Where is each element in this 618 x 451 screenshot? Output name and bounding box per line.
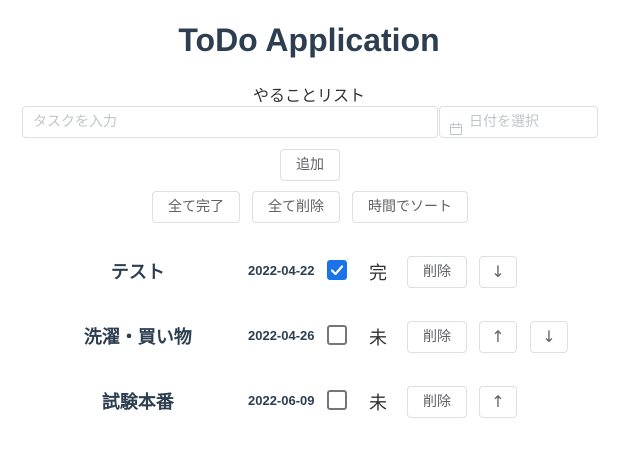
task-done-checkbox[interactable]: [327, 390, 347, 410]
task-status: 完: [369, 263, 387, 284]
sort-by-time-button[interactable]: 時間でソート: [352, 191, 468, 223]
task-done-checkbox[interactable]: [327, 325, 347, 345]
task-name: 試験本番: [102, 392, 174, 413]
date-picker-input[interactable]: 日付を選択: [439, 106, 598, 138]
calendar-icon: [450, 116, 462, 135]
move-down-button[interactable]: ↓: [479, 256, 517, 288]
task-date: 2022-04-26: [248, 328, 315, 343]
task-row: 試験本番 2022-06-09 未 削除 ↑: [0, 384, 618, 424]
move-up-button[interactable]: ↑: [479, 321, 517, 353]
task-name: テスト: [111, 262, 165, 283]
task-row: 洗濯・買い物 2022-04-26 未 削除 ↑ ↓: [0, 319, 618, 359]
task-status: 未: [369, 393, 387, 414]
list-subtitle: やることリスト: [252, 86, 365, 105]
task-delete-button[interactable]: 削除: [407, 386, 467, 418]
task-input[interactable]: タスクを入力: [22, 106, 438, 138]
task-done-checkbox[interactable]: [327, 260, 347, 280]
task-status: 未: [369, 328, 387, 349]
task-date: 2022-06-09: [248, 393, 315, 408]
task-delete-button[interactable]: 削除: [407, 321, 467, 353]
delete-all-button[interactable]: 全て削除: [252, 191, 340, 223]
move-up-button[interactable]: ↑: [479, 386, 517, 418]
move-down-button[interactable]: ↓: [530, 321, 568, 353]
task-input-placeholder: タスクを入力: [33, 114, 117, 130]
date-input-placeholder: 日付を選択: [469, 114, 539, 130]
complete-all-button[interactable]: 全て完了: [152, 191, 240, 223]
add-button[interactable]: 追加: [280, 149, 340, 181]
task-row: テスト 2022-04-22 完 削除 ↓: [0, 254, 618, 294]
page-title: ToDo Application: [178, 22, 440, 58]
task-name: 洗濯・買い物: [84, 327, 192, 348]
task-date: 2022-04-22: [248, 263, 315, 278]
task-delete-button[interactable]: 削除: [407, 256, 467, 288]
